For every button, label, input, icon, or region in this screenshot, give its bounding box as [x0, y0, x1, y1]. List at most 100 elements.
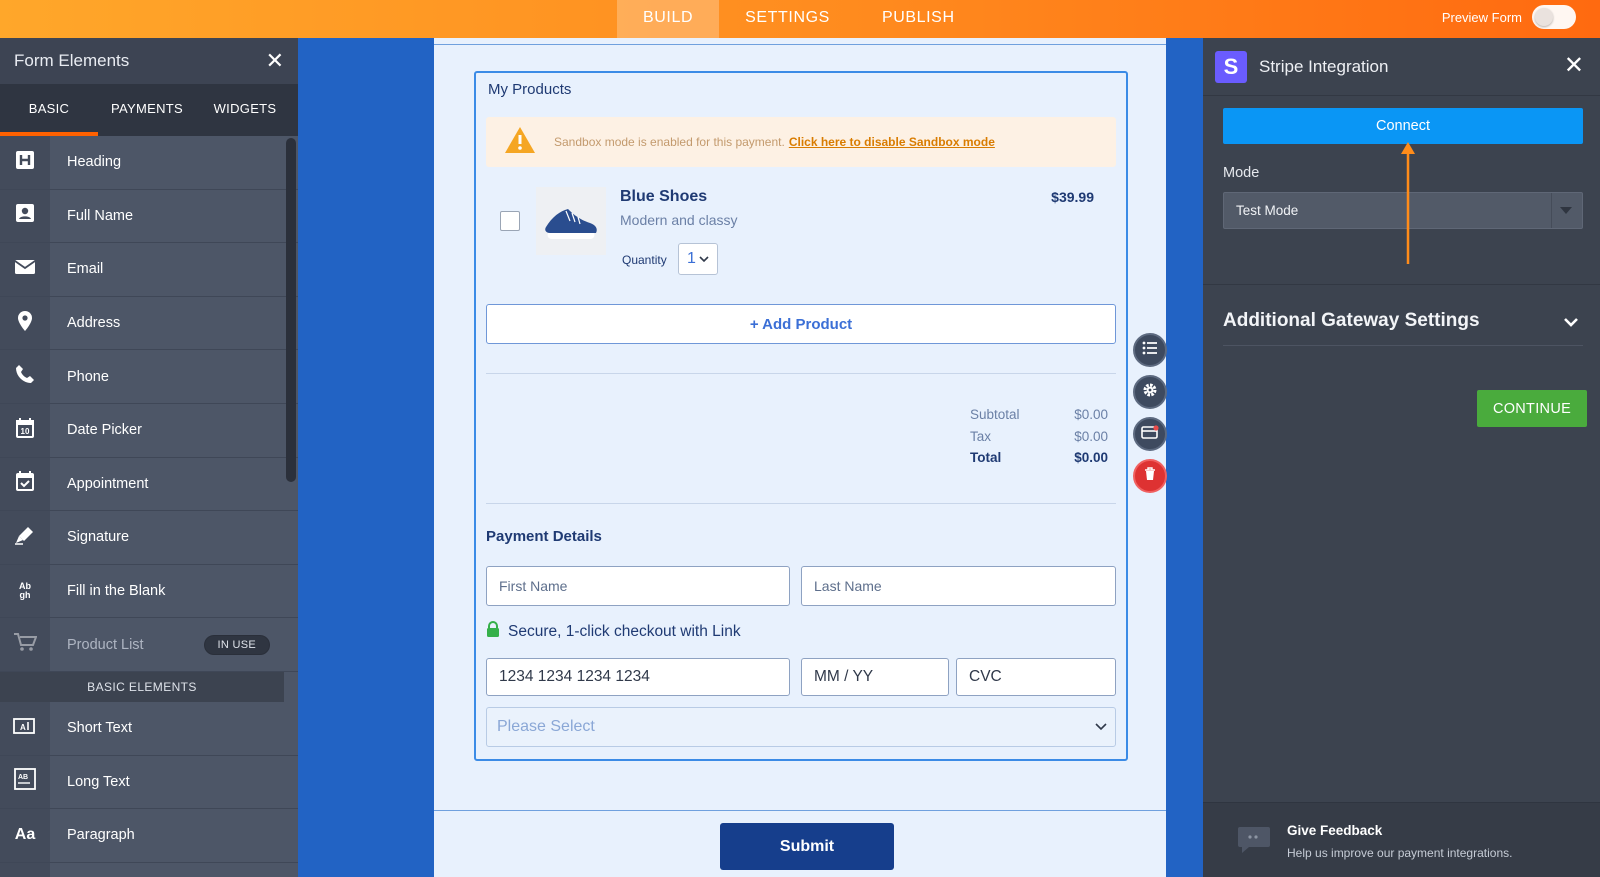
- element-address[interactable]: Address: [0, 296, 298, 351]
- divider: [434, 44, 1166, 45]
- element-label: Phone: [50, 350, 284, 403]
- tab-basic[interactable]: BASIC: [0, 84, 98, 136]
- pen-icon: [14, 525, 36, 550]
- continue-button[interactable]: CONTINUE: [1477, 390, 1587, 427]
- element-email[interactable]: Email: [0, 243, 298, 297]
- product-price: $39.99: [1051, 189, 1094, 205]
- close-icon[interactable]: ✕: [1564, 54, 1584, 78]
- long-text-icon: AB: [14, 768, 36, 795]
- payment-settings-button[interactable]: [1133, 417, 1167, 451]
- element-label: Appointment: [50, 457, 284, 511]
- delete-button[interactable]: [1133, 459, 1167, 493]
- element-phone[interactable]: Phone: [0, 350, 298, 404]
- element-date-picker[interactable]: 10 Date Picker: [0, 403, 298, 458]
- chevron-down-icon: [1095, 718, 1107, 736]
- element-short-text[interactable]: A Short Text: [0, 701, 298, 756]
- form-elements-panel: Form Elements ✕ BASIC PAYMENTS WIDGETS H…: [0, 38, 298, 877]
- calendar-check-icon: [15, 470, 35, 497]
- product-image: [536, 187, 606, 255]
- element-label: Signature: [50, 511, 284, 564]
- element-label: Address: [50, 296, 284, 350]
- properties-button[interactable]: [1133, 333, 1167, 367]
- fill-blank-glyph-bottom: gh: [19, 590, 31, 601]
- gear-icon: [1142, 382, 1158, 403]
- element-signature[interactable]: Signature: [0, 511, 298, 565]
- cart-icon: [13, 632, 38, 657]
- first-name-field[interactable]: First Name: [486, 566, 790, 606]
- product-list-widget[interactable]: My Products Sandbox mode is enabled for …: [474, 71, 1128, 761]
- form-elements-header: Form Elements ✕: [0, 38, 298, 84]
- quantity-label: Quantity: [622, 253, 667, 267]
- tab-settings[interactable]: SETTINGS: [719, 0, 856, 38]
- element-full-name[interactable]: Full Name: [0, 189, 298, 244]
- add-product-button[interactable]: + Add Product: [486, 304, 1116, 344]
- element-long-text[interactable]: AB Long Text: [0, 755, 298, 810]
- element-label: Fill in the Blank: [50, 564, 284, 618]
- total-value: $0.00: [1074, 450, 1108, 465]
- tab-payments[interactable]: PAYMENTS: [98, 84, 196, 136]
- order-totals: Subtotal $0.00 Tax $0.00 Total $0.00: [970, 407, 1108, 472]
- element-label: Paragraph: [50, 809, 284, 862]
- submit-button[interactable]: Submit: [720, 823, 894, 870]
- annotation-arrow: [1401, 142, 1415, 264]
- product-name: Blue Shoes: [620, 188, 708, 205]
- settings-button[interactable]: [1133, 375, 1167, 409]
- tab-widgets[interactable]: WIDGETS: [196, 84, 294, 136]
- quantity-select[interactable]: 1: [678, 243, 718, 275]
- payment-details-title: Payment Details: [486, 528, 602, 545]
- connect-button[interactable]: Connect: [1223, 108, 1583, 144]
- mode-label: Mode: [1223, 165, 1260, 181]
- widget-toolbar: [1133, 333, 1167, 501]
- please-select-dropdown[interactable]: Please Select: [486, 707, 1116, 747]
- select-divider: [1551, 193, 1552, 228]
- card-number-field[interactable]: 1234 1234 1234 1234: [486, 658, 790, 696]
- envelope-icon: [14, 258, 36, 281]
- divider: [486, 503, 1116, 504]
- credit-card-icon: [1141, 424, 1159, 444]
- close-icon[interactable]: ✕: [266, 50, 284, 72]
- element-appointment[interactable]: Appointment: [0, 457, 298, 512]
- divider: [486, 373, 1116, 374]
- builder-tabs: BUILD SETTINGS PUBLISH: [617, 0, 981, 38]
- element-fill-in-the-blank[interactable]: Ab gh Fill in the Blank: [0, 564, 298, 619]
- top-bar: BUILD SETTINGS PUBLISH Preview Form: [0, 0, 1600, 38]
- subtotal-label: Subtotal: [970, 407, 1020, 422]
- in-use-badge: IN USE: [203, 634, 270, 655]
- element-category-tabs: BASIC PAYMENTS WIDGETS: [0, 84, 298, 136]
- lock-icon: [486, 621, 500, 642]
- cvc-field[interactable]: CVC: [956, 658, 1116, 696]
- product-checkbox[interactable]: [500, 211, 520, 231]
- give-feedback[interactable]: Give Feedback Help us improve our paymen…: [1203, 802, 1600, 877]
- feedback-subtitle: Help us improve our payment integrations…: [1287, 846, 1513, 860]
- disable-sandbox-link[interactable]: Click here to disable Sandbox mode: [789, 135, 995, 149]
- last-name-field[interactable]: Last Name: [801, 566, 1116, 606]
- tax-value: $0.00: [1074, 428, 1108, 444]
- chevron-down-icon: [1563, 312, 1579, 334]
- paragraph-icon: Aa: [14, 826, 36, 844]
- scrollbar[interactable]: [286, 138, 296, 482]
- secure-checkout-text: Secure, 1-click checkout with Link: [508, 622, 741, 640]
- tab-build[interactable]: BUILD: [617, 0, 720, 38]
- preview-form-toggle[interactable]: [1532, 5, 1576, 29]
- svg-text:10: 10: [21, 427, 30, 436]
- phone-icon: [15, 364, 35, 389]
- divider: [1203, 284, 1600, 285]
- additional-gateway-settings-toggle[interactable]: Additional Gateway Settings: [1223, 310, 1583, 346]
- tax-label: Tax: [970, 428, 992, 444]
- stripe-panel-title: Stripe Integration: [1259, 56, 1389, 76]
- short-text-icon: A: [13, 717, 37, 740]
- product-description: Modern and classy: [620, 212, 738, 228]
- preview-form: Preview Form: [1442, 0, 1576, 34]
- element-product-list[interactable]: Product List IN USE: [0, 618, 298, 672]
- subtotal-value: $0.00: [1074, 407, 1108, 422]
- total-row: Total $0.00: [970, 450, 1108, 472]
- expiry-field[interactable]: MM / YY: [801, 658, 949, 696]
- element-next[interactable]: [0, 862, 298, 877]
- element-heading[interactable]: Heading: [0, 136, 298, 190]
- person-icon: [15, 203, 35, 228]
- select-placeholder: Please Select: [497, 718, 595, 735]
- tab-publish[interactable]: PUBLISH: [856, 0, 981, 38]
- total-label: Total: [970, 450, 1002, 465]
- location-pin-icon: [16, 310, 34, 337]
- element-paragraph[interactable]: Aa Paragraph: [0, 809, 298, 863]
